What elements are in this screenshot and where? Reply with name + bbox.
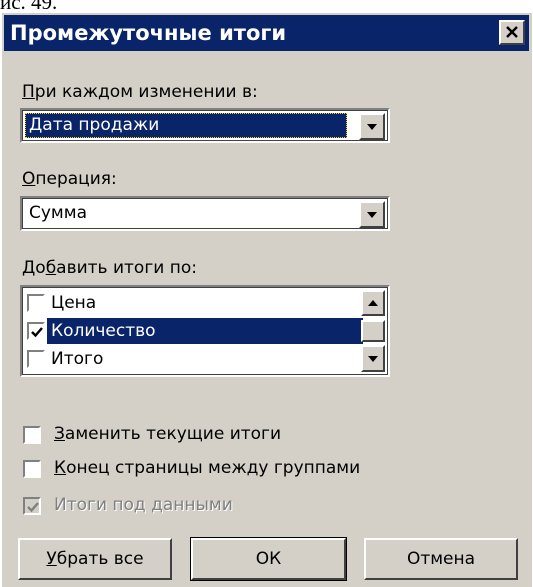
page-break-checkbox[interactable] — [23, 460, 41, 478]
title-bar[interactable]: Промежуточные итоги — [4, 15, 529, 51]
operation-value: Сумма — [29, 203, 87, 223]
checkbox[interactable] — [27, 350, 45, 368]
check-icon — [31, 327, 43, 338]
dialog-title: Промежуточные итоги — [10, 21, 287, 45]
summary-below-data-checkbox — [23, 497, 41, 515]
operation-label: Операция: — [22, 169, 117, 189]
checkbox[interactable] — [27, 294, 45, 312]
checkbox[interactable] — [27, 322, 45, 340]
document-caption-fragment: ис. 49. — [0, 0, 58, 12]
summary-below-data-option: Итоги под данными — [22, 494, 422, 520]
group-by-value: Дата продажи — [25, 113, 347, 138]
group-by-combobox[interactable]: Дата продажи — [20, 108, 390, 143]
list-item[interactable]: Количество — [25, 318, 363, 345]
add-totals-label: Добавить итоги по: — [22, 258, 197, 278]
scroll-down-button[interactable] — [361, 345, 385, 372]
operation-dropdown-button[interactable] — [359, 201, 385, 228]
arrow-down-icon — [368, 356, 378, 362]
operation-combobox[interactable]: Сумма — [20, 196, 390, 231]
close-icon — [506, 26, 518, 38]
page-break-option[interactable]: Конец страницы между группами — [22, 457, 422, 483]
remove-all-button[interactable]: Убрать все — [18, 538, 172, 580]
check-icon — [27, 502, 39, 513]
list-item-label: Итого — [51, 349, 104, 369]
list-item[interactable]: Цена — [25, 290, 363, 317]
cancel-button[interactable]: Отмена — [364, 538, 518, 580]
subtotals-dialog: Промежуточные итоги При каждом изменении… — [1, 12, 532, 587]
chevron-down-icon — [367, 212, 377, 218]
list-item[interactable]: Итого — [25, 346, 363, 373]
replace-current-totals-label: Заменить текущие итоги — [54, 424, 282, 444]
summary-below-data-label: Итоги под данными — [54, 495, 233, 515]
arrow-up-icon — [368, 300, 378, 306]
chevron-down-icon — [367, 124, 377, 130]
close-button[interactable] — [499, 20, 525, 45]
scrollbar-thumb[interactable] — [361, 320, 385, 342]
page-break-label: Конец страницы между группами — [54, 458, 361, 478]
list-item-label: Цена — [51, 293, 97, 313]
list-item-label: Количество — [47, 318, 363, 344]
replace-current-totals-checkbox[interactable] — [23, 426, 41, 444]
ok-button[interactable]: ОК — [190, 537, 347, 581]
group-by-label: При каждом изменении в: — [22, 82, 258, 102]
scroll-up-button[interactable] — [361, 290, 385, 316]
add-totals-listbox[interactable]: Цена Количество Итого — [20, 285, 390, 377]
replace-current-totals-option[interactable]: Заменить текущие итоги — [22, 423, 422, 449]
group-by-dropdown-button[interactable] — [359, 113, 385, 140]
